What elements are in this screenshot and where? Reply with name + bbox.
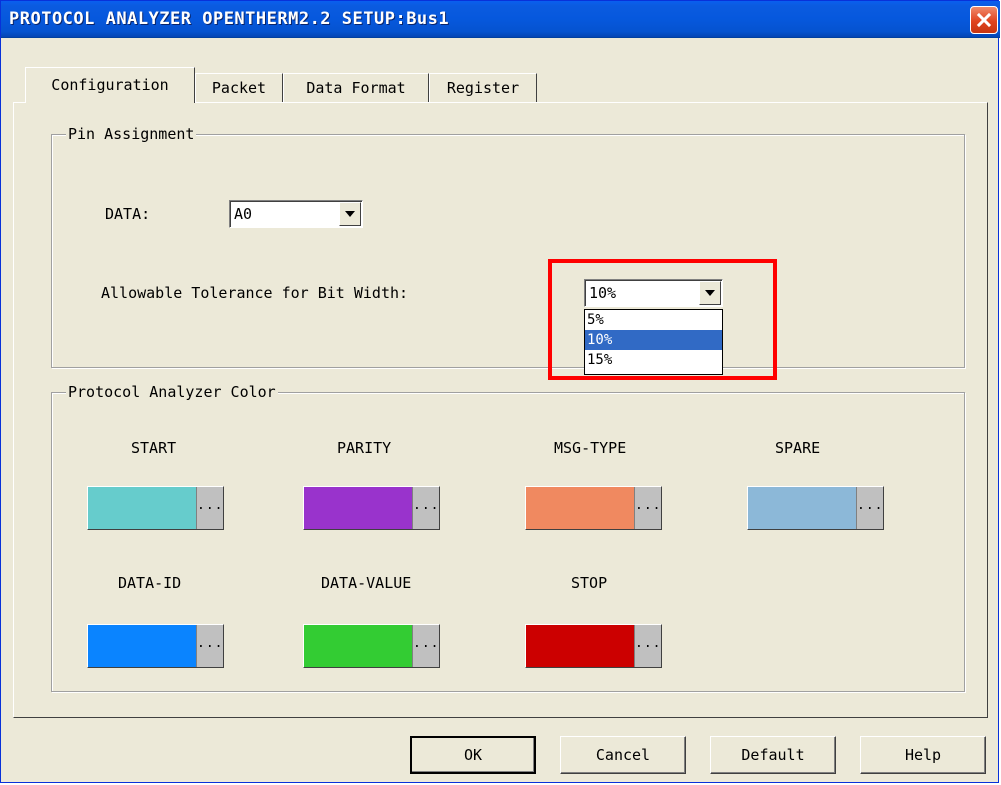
stop-color-picker[interactable]: ... xyxy=(634,625,661,667)
data-pin-select[interactable]: A0 xyxy=(229,200,363,228)
start-color-button[interactable]: ... xyxy=(87,486,224,530)
ok-button[interactable]: OK xyxy=(410,736,536,774)
data-id-color-picker[interactable]: ... xyxy=(196,625,223,667)
data-label: DATA: xyxy=(105,205,151,223)
protocol-color-title: Protocol Analyzer Color xyxy=(66,382,278,402)
tab-register[interactable]: Register xyxy=(429,73,537,103)
parity-label: PARITY xyxy=(337,439,392,457)
msg-type-color-button[interactable]: ... xyxy=(525,486,662,530)
setup-dialog: PROTOCOL ANALYZER OPENTHERM2.2 SETUP:Bus… xyxy=(0,0,1000,783)
tolerance-label: Allowable Tolerance for Bit Width: xyxy=(101,284,409,302)
tab-register-label: Register xyxy=(446,79,520,97)
pin-assignment-group: Pin Assignment xyxy=(51,124,965,368)
tab-packet[interactable]: Packet xyxy=(195,73,283,103)
spare-color-button[interactable]: ... xyxy=(747,486,884,530)
stop-color-button[interactable]: ... xyxy=(525,624,662,668)
msg-type-color-swatch xyxy=(526,487,634,529)
start-label: START xyxy=(131,439,177,457)
stop-color-swatch xyxy=(526,625,634,667)
parity-color-button[interactable]: ... xyxy=(303,486,440,530)
parity-color-swatch xyxy=(304,487,412,529)
title-bar[interactable]: PROTOCOL ANALYZER OPENTHERM2.2 SETUP:Bus… xyxy=(1,1,1000,38)
tab-configuration-label: Configuration xyxy=(51,76,169,94)
highlight-annotation xyxy=(548,259,777,380)
start-color-swatch xyxy=(88,487,196,529)
spare-color-picker[interactable]: ... xyxy=(856,487,883,529)
data-value-color-button[interactable]: ... xyxy=(303,624,440,668)
default-button[interactable]: Default xyxy=(710,736,836,774)
close-icon xyxy=(976,12,992,28)
spare-color-swatch xyxy=(748,487,856,529)
data-pin-dropdown-button[interactable] xyxy=(339,202,361,226)
data-pin-value: A0 xyxy=(234,205,253,223)
close-button[interactable] xyxy=(970,6,998,34)
tab-data-format-label: Data Format xyxy=(306,79,406,97)
start-color-picker[interactable]: ... xyxy=(196,487,223,529)
window-title: PROTOCOL ANALYZER OPENTHERM2.2 SETUP:Bus… xyxy=(9,9,450,29)
spare-label: SPARE xyxy=(775,439,821,457)
tab-packet-label: Packet xyxy=(211,79,267,97)
data-value-color-swatch xyxy=(304,625,412,667)
data-value-color-picker[interactable]: ... xyxy=(412,625,439,667)
cancel-button[interactable]: Cancel xyxy=(560,736,686,774)
data-id-color-button[interactable]: ... xyxy=(87,624,224,668)
chevron-down-icon xyxy=(345,211,355,217)
msg-type-label: MSG-TYPE xyxy=(554,439,627,457)
tab-data-format[interactable]: Data Format xyxy=(283,73,429,103)
data-id-label: DATA-ID xyxy=(118,574,182,592)
tab-configuration[interactable]: Configuration xyxy=(25,67,195,103)
data-value-label: DATA-VALUE xyxy=(321,574,412,592)
pin-assignment-title: Pin Assignment xyxy=(66,124,197,144)
stop-label: STOP xyxy=(571,574,608,592)
parity-color-picker[interactable]: ... xyxy=(412,487,439,529)
data-id-color-swatch xyxy=(88,625,196,667)
msg-type-color-picker[interactable]: ... xyxy=(634,487,661,529)
help-button[interactable]: Help xyxy=(860,736,986,774)
